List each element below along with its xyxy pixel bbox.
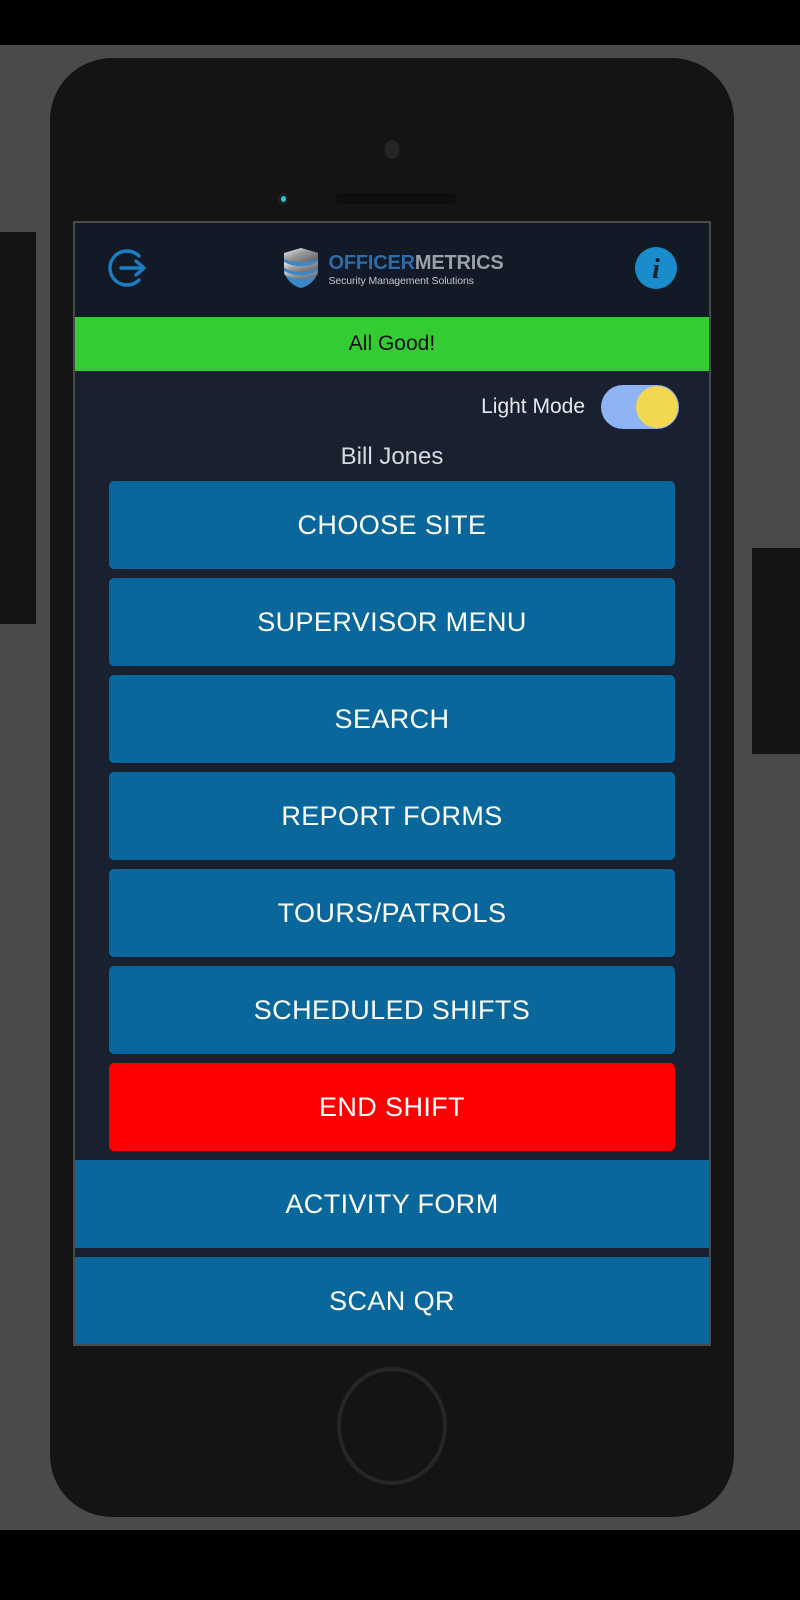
info-icon: i xyxy=(633,245,679,296)
brand-logo: OFFICERMETRICS Security Management Solut… xyxy=(281,246,504,295)
screen-bezel: OFFICERMETRICS Security Management Solut… xyxy=(73,221,711,1346)
app-screen: OFFICERMETRICS Security Management Solut… xyxy=(75,223,709,1344)
background-panel-right xyxy=(752,548,800,754)
phone-device: OFFICERMETRICS Security Management Solut… xyxy=(50,58,734,1517)
toggle-knob xyxy=(636,386,678,428)
scan-qr-button[interactable]: SCAN QR xyxy=(75,1257,709,1344)
activity-form-button[interactable]: ACTIVITY FORM xyxy=(75,1160,709,1248)
supervisor-menu-button[interactable]: SUPERVISOR MENU xyxy=(109,578,675,666)
report-forms-button[interactable]: REPORT FORMS xyxy=(109,772,675,860)
light-mode-row: Light Mode xyxy=(75,371,709,435)
proximity-sensor-icon xyxy=(278,193,288,205)
front-camera-icon xyxy=(384,140,400,159)
brand-title-officer: OFFICER xyxy=(328,252,416,275)
screenshot-canvas: OFFICERMETRICS Security Management Solut… xyxy=(0,0,800,1600)
svg-text:i: i xyxy=(652,254,660,285)
bottom-menu: ACTIVITY FORM SCAN QR xyxy=(75,1151,709,1344)
home-button[interactable] xyxy=(337,1367,447,1485)
tours-patrols-button[interactable]: TOURS/PATROLS xyxy=(109,869,675,957)
choose-site-button[interactable]: CHOOSE SITE xyxy=(109,481,675,569)
user-name: Bill Jones xyxy=(340,443,444,470)
main-menu: CHOOSE SITE SUPERVISOR MENU SEARCH REPOR… xyxy=(75,481,709,1151)
status-banner-text: All Good! xyxy=(348,332,436,355)
end-shift-button[interactable]: END SHIFT xyxy=(109,1063,675,1151)
scheduled-shifts-button[interactable]: SCHEDULED SHIFTS xyxy=(109,966,675,1054)
background-panel-left xyxy=(0,232,36,624)
brand-title: OFFICERMETRICS xyxy=(329,253,504,273)
logout-arrow-icon xyxy=(102,242,154,299)
shield-logo-icon xyxy=(281,246,321,295)
light-mode-label: Light Mode xyxy=(481,395,585,418)
brand-text: OFFICERMETRICS Security Management Solut… xyxy=(329,253,504,287)
logout-button[interactable] xyxy=(99,241,157,299)
brand-title-metrics: METRICS xyxy=(414,252,504,275)
search-button[interactable]: SEARCH xyxy=(109,675,675,763)
brand-subtitle: Security Management Solutions xyxy=(328,275,474,288)
info-button[interactable]: i xyxy=(627,241,685,299)
app-header: OFFICERMETRICS Security Management Solut… xyxy=(75,223,709,317)
status-banner: All Good! xyxy=(75,317,709,371)
light-mode-toggle[interactable] xyxy=(601,385,679,429)
earpiece-speaker xyxy=(336,193,456,204)
